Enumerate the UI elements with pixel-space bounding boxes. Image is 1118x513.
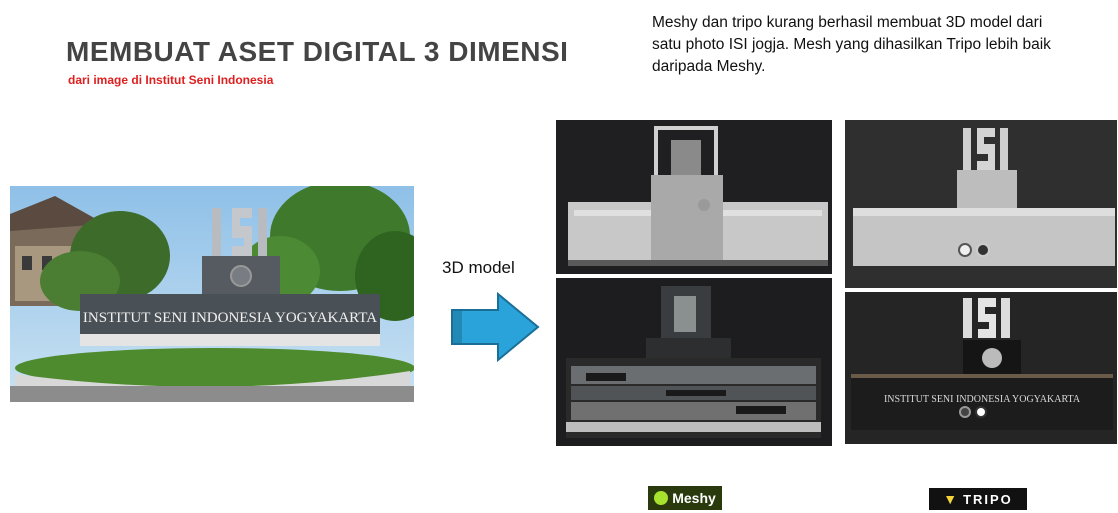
arrow-label: 3D model — [442, 258, 515, 277]
tripo-engraved-text: INSTITUT SENI INDONESIA YOGYAKARTA — [884, 394, 1081, 405]
tripo-mesh-textured-illustration: INSTITUT SENI INDONESIA YOGYAKARTA — [845, 292, 1117, 444]
tripo-logo: ▼ TRIPO — [929, 488, 1027, 510]
slide-subtitle: dari image di Institut Seni Indonesia — [68, 73, 274, 87]
tripo-render-top — [845, 120, 1117, 288]
right-arrow-icon — [451, 292, 540, 362]
description-text: Meshy dan tripo kurang berhasil membuat … — [652, 14, 1051, 75]
meshy-logo: Meshy — [648, 486, 722, 510]
isi-photo: INSTITUT SENI INDONESIA YOGYAKARTA — [10, 186, 414, 402]
meshy-render-bottom — [556, 278, 832, 446]
slide-title: MEMBUAT ASET DIGITAL 3 DIMENSI — [66, 36, 569, 67]
meshy-render-top — [556, 120, 832, 274]
tripo-mesh-gray-illustration — [845, 120, 1117, 288]
tripo-logo-text: TRIPO — [963, 491, 1013, 507]
isi-photo-illustration: INSTITUT SENI INDONESIA YOGYAKARTA — [10, 186, 414, 402]
sign-text: INSTITUT SENI INDONESIA YOGYAKARTA — [83, 310, 377, 326]
tripo-render-bottom: INSTITUT SENI INDONESIA YOGYAKARTA — [845, 292, 1117, 444]
meshy-logo-icon — [654, 491, 669, 505]
meshy-logo-text: Meshy — [672, 490, 716, 506]
meshy-mesh-gray-illustration — [556, 120, 832, 274]
meshy-mesh-textured-illustration — [556, 278, 832, 446]
tripo-logo-icon: ▼ — [943, 491, 960, 507]
